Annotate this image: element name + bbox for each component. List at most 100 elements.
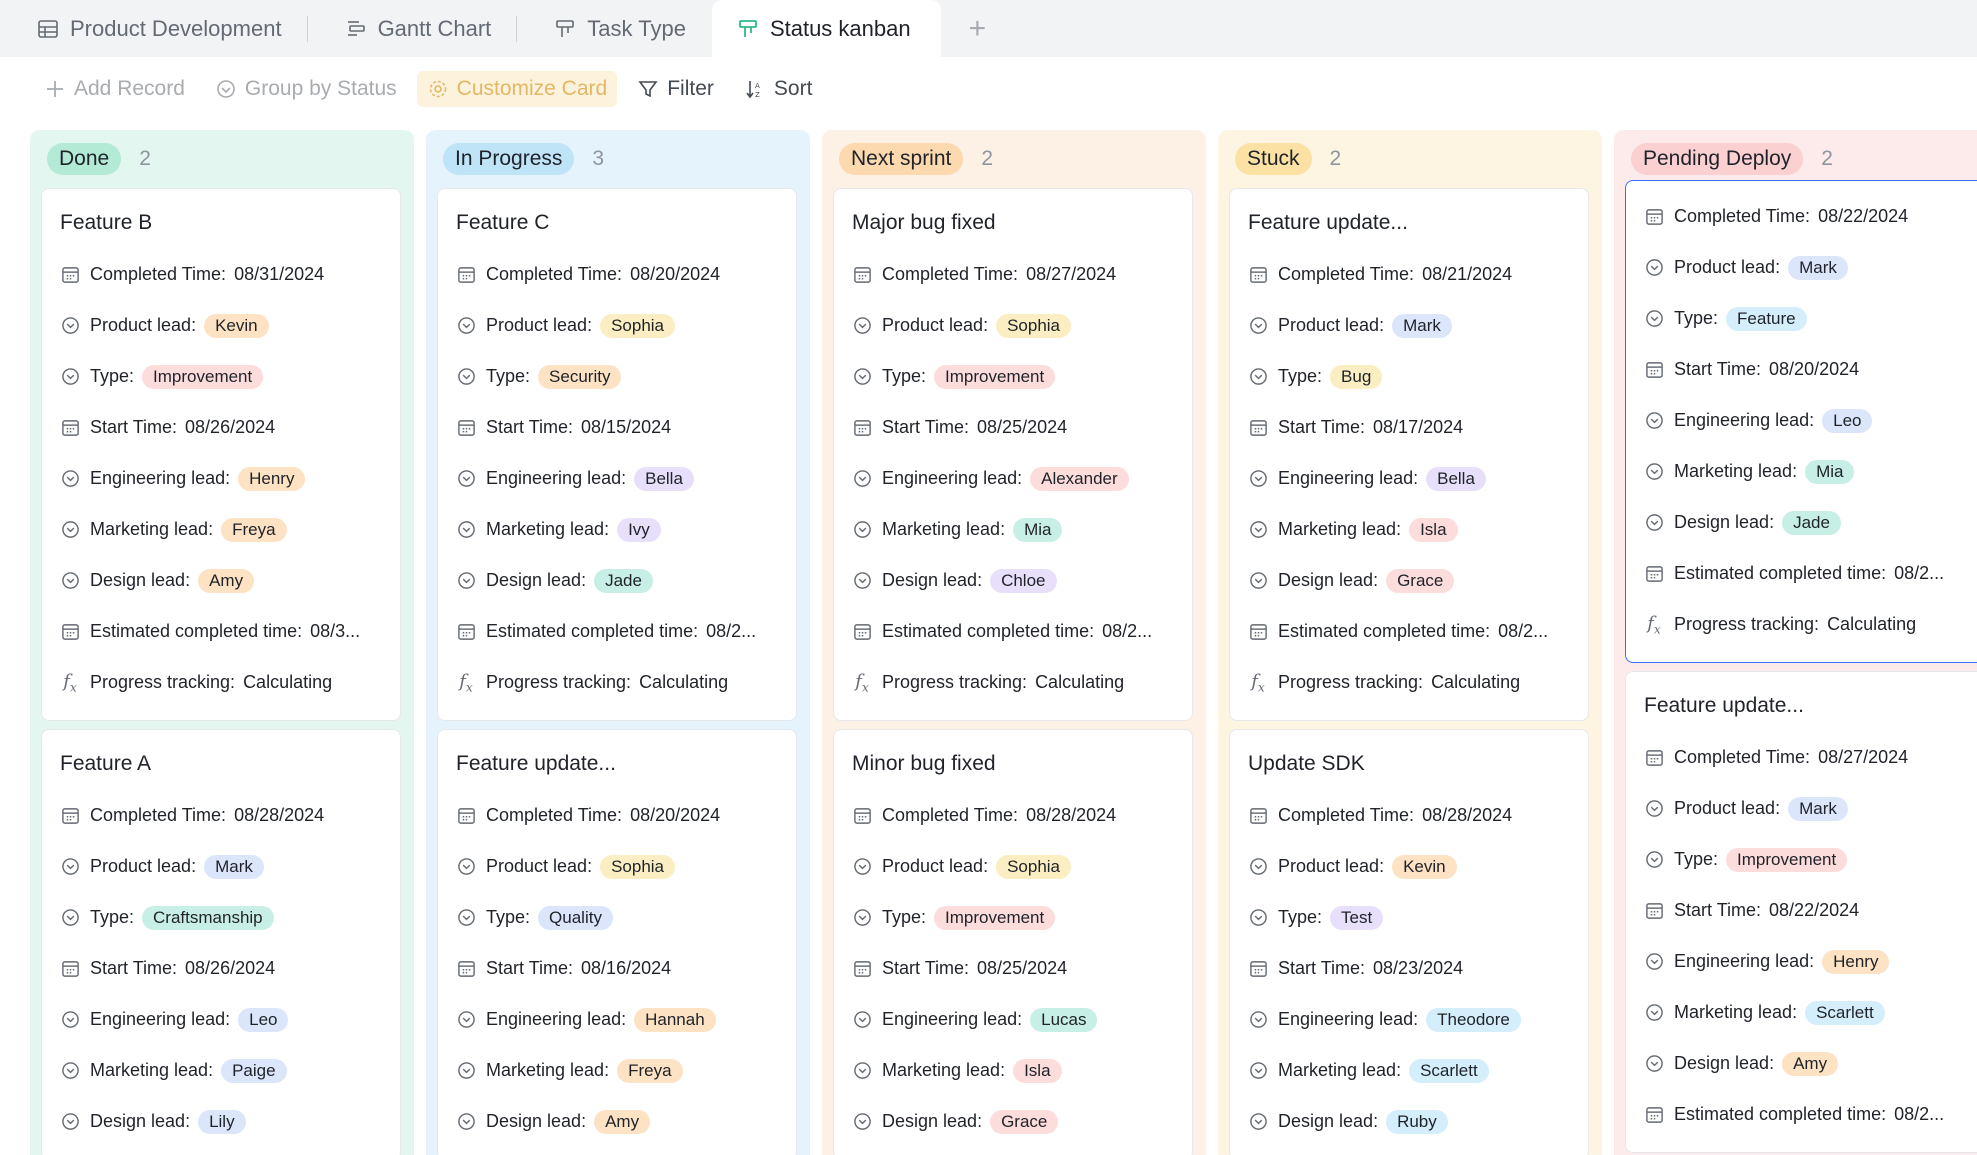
calendar-icon (852, 806, 872, 826)
add-view-button[interactable]: + (941, 0, 1015, 57)
option-tag: Freya (617, 1058, 683, 1083)
record-card[interactable]: Feature C Completed Time: 08/20/2024 Produc… (437, 188, 797, 721)
field-name: Design lead: (882, 570, 983, 590)
calendar-icon (852, 418, 872, 438)
field-value: 08/2... (1894, 563, 1945, 583)
field-value: 08/26/2024 (185, 958, 276, 978)
card-field-product: Product lead: Sophia (438, 841, 796, 892)
single-select-icon (1248, 316, 1268, 336)
field-name: Engineering lead: (486, 1009, 627, 1029)
record-card[interactable]: Feature update... Completed Time: 08/27/20… (1625, 671, 1977, 1153)
card-field-product: Product lead: Kevin (1230, 841, 1588, 892)
card-field-start: Start Time: 08/16/2024 (438, 943, 796, 994)
tab-label: Status kanban (769, 15, 911, 41)
card-field-engineering: Engineering lead: Bella (438, 453, 796, 504)
single-select-icon (1644, 513, 1664, 533)
single-select-icon (1644, 799, 1664, 819)
field-name: Marketing lead: (90, 519, 214, 539)
field-name: Product lead: (486, 315, 593, 335)
field-value: 08/28/2024 (234, 805, 325, 825)
card-title: Feature A (60, 752, 152, 775)
card-title: Feature B (60, 211, 153, 234)
calendar-icon (1248, 622, 1268, 642)
calendar-icon (1644, 207, 1664, 227)
single-select-icon (456, 1010, 476, 1030)
card-field-progress: fx Progress tracking: Calculating (1230, 657, 1588, 708)
field-name: Design lead: (1278, 1111, 1379, 1131)
tab-status-kanban[interactable]: Status kanban (711, 0, 941, 57)
formula-icon: fx (63, 670, 77, 695)
option-tag: Mia (1013, 517, 1063, 542)
kanban-icon (553, 17, 577, 41)
card-field-type: Type: Quality (438, 892, 796, 943)
field-name: Marketing lead: (486, 519, 610, 539)
calendar-icon (60, 959, 80, 979)
record-card[interactable]: Feature update... Completed Time: 08/20/20… (437, 729, 797, 1155)
card-field-type: Type: Test (1230, 892, 1588, 943)
record-card[interactable]: Completed Time: 08/22/2024 Product lead: Ma… (1625, 180, 1977, 663)
field-name: Start Time: (90, 958, 178, 978)
field-value: 08/2... (1102, 621, 1153, 641)
option-tag: Bug (1330, 364, 1383, 389)
field-value: 08/20/2024 (630, 264, 721, 284)
field-name: Start Time: (1278, 958, 1366, 978)
card-field-marketing: Marketing lead: Isla (834, 1045, 1192, 1096)
calendar-icon (852, 622, 872, 642)
card-field-estimated: Estimated completed time: 08/2... (834, 606, 1192, 657)
field-name: Completed Time: (1278, 805, 1415, 825)
card-field-product: Product lead: Sophia (834, 300, 1192, 351)
record-card[interactable]: Major bug fixed Completed Time: 08/27/2024… (833, 188, 1193, 721)
calendar-icon (1644, 901, 1664, 921)
filter-icon (637, 78, 659, 100)
card-field-product: Product lead: Mark (42, 841, 400, 892)
field-name: Completed Time: (486, 805, 623, 825)
option-tag: Mia (1805, 459, 1855, 484)
option-tag: Ivy (617, 517, 661, 542)
field-name: Engineering lead: (90, 468, 231, 488)
sort-button[interactable]: AZ Sort (734, 71, 823, 107)
tab-task-type[interactable]: Task Type (517, 0, 712, 57)
single-select-icon (1248, 367, 1268, 387)
record-card[interactable]: Feature update... Completed Time: 08/21/20… (1229, 188, 1589, 721)
field-name: Design lead: (90, 1111, 191, 1131)
single-select-icon (456, 1112, 476, 1132)
svg-text:A: A (755, 82, 760, 90)
card-field-product: Product lead: Mark (1626, 783, 1977, 834)
customize-card-button[interactable]: Customize Card (416, 70, 618, 107)
status-badge[interactable]: Next sprint (839, 143, 964, 175)
record-card[interactable]: Minor bug fixed Completed Time: 08/28/2024… (833, 729, 1193, 1155)
status-badge[interactable]: In Progress (443, 143, 575, 175)
field-name: Engineering lead: (882, 1009, 1023, 1029)
kanban-column-next-sprint: Next sprint 2 Major bug fixed Completed Tim… (822, 130, 1206, 1155)
status-badge[interactable]: Pending Deploy (1631, 143, 1804, 175)
option-tag: Lily (198, 1109, 246, 1134)
add-record-button[interactable]: Add Record (34, 71, 195, 107)
status-badge[interactable]: Done (47, 143, 122, 175)
field-value: 08/16/2024 (581, 958, 672, 978)
single-select-icon (456, 367, 476, 387)
column-count: 2 (1329, 147, 1342, 170)
card-field-estimated: Estimated completed time: 08/2... (438, 606, 796, 657)
card-field-completed: Completed Time: 08/27/2024 (834, 249, 1192, 300)
card-field-product: Product lead: Kevin (42, 300, 400, 351)
field-name: Completed Time: (882, 264, 1019, 284)
record-card[interactable]: Update SDK Completed Time: 08/28/2024 Produ… (1229, 729, 1589, 1155)
record-card[interactable]: Feature A Completed Time: 08/28/2024 Produc… (41, 729, 401, 1155)
tab-product-development[interactable]: Product Development (0, 0, 308, 57)
record-card[interactable]: Feature B Completed Time: 08/31/2024 Produc… (41, 188, 401, 721)
calendar-icon (456, 265, 476, 285)
tab-label: Gantt Chart (377, 15, 492, 41)
option-tag: Scarlett (1409, 1058, 1489, 1083)
tab-gantt-chart[interactable]: Gantt Chart (308, 0, 518, 57)
filter-button[interactable]: Filter (627, 71, 724, 107)
single-select-icon (1644, 1003, 1664, 1023)
field-value: 08/27/2024 (1818, 747, 1909, 767)
card-field-product: Product lead: Mark (1230, 300, 1588, 351)
status-badge[interactable]: Stuck (1235, 143, 1312, 175)
kanban-column-stuck: Stuck 2 Feature update... Completed Time: 08… (1218, 130, 1602, 1155)
field-name: Design lead: (486, 570, 587, 590)
group-by-button[interactable]: Group by Status (205, 71, 407, 107)
card-field-engineering: Engineering lead: Henry (1626, 936, 1977, 987)
field-name: Completed Time: (90, 805, 227, 825)
column-header: Done 2 (30, 130, 414, 188)
